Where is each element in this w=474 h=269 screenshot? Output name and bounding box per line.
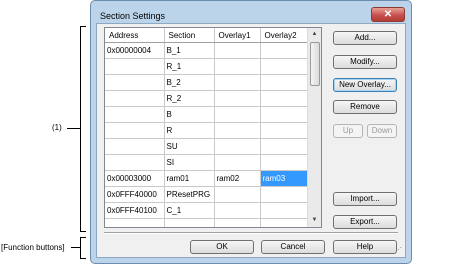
- table-vertical-scrollbar[interactable]: ▲ ▼: [307, 28, 321, 227]
- column-header-overlay2[interactable]: Overlay2: [260, 28, 311, 43]
- table-row[interactable]: SU: [105, 138, 311, 155]
- overlay1-cell[interactable]: [214, 122, 261, 139]
- table-row[interactable]: 0x0FFF40100 C_1: [105, 202, 311, 219]
- address-cell[interactable]: [105, 58, 165, 75]
- address-cell[interactable]: 0x0FFF40000: [105, 186, 165, 203]
- overlay2-cell-selected[interactable]: ram03: [260, 170, 311, 187]
- section-cell[interactable]: PResetPRG: [164, 186, 215, 203]
- section-grid: Address Section Overlay1 Overlay2 0x0000…: [105, 28, 311, 227]
- overlay2-cell[interactable]: [260, 42, 311, 59]
- overlay1-cell[interactable]: [214, 202, 261, 219]
- address-cell[interactable]: [105, 90, 165, 107]
- overlay1-cell[interactable]: [214, 58, 261, 75]
- scrollbar-thumb[interactable]: [310, 42, 320, 86]
- overlay1-cell[interactable]: [214, 90, 261, 107]
- section-cell[interactable]: R: [164, 122, 215, 139]
- close-icon: ✕: [383, 9, 393, 20]
- overlay2-cell[interactable]: [260, 74, 311, 91]
- overlay1-cell[interactable]: [214, 218, 261, 227]
- new-overlay-button[interactable]: New Overlay...: [333, 78, 397, 92]
- address-cell[interactable]: [105, 138, 165, 155]
- overlay1-cell[interactable]: [214, 106, 261, 123]
- callout-area-bracket: [80, 26, 86, 232]
- scroll-down-icon[interactable]: ▼: [308, 214, 321, 227]
- modify-button[interactable]: Modify...: [333, 55, 397, 69]
- table-header-row: Address Section Overlay1 Overlay2: [105, 28, 311, 43]
- section-table[interactable]: Address Section Overlay1 Overlay2 0x0000…: [104, 27, 322, 228]
- window-title: Section Settings: [100, 11, 166, 21]
- address-cell[interactable]: 0x00003000: [105, 170, 165, 187]
- up-button[interactable]: Up: [333, 124, 363, 138]
- address-cell[interactable]: [105, 74, 165, 91]
- callout-function-buttons-bracket: [80, 237, 86, 259]
- down-button[interactable]: Down: [367, 124, 397, 138]
- callout-function-buttons-leader: [71, 247, 80, 248]
- column-header-address[interactable]: Address: [105, 28, 165, 43]
- section-cell[interactable]: R_1: [164, 58, 215, 75]
- address-cell[interactable]: [105, 106, 165, 123]
- table-row[interactable]: R_2: [105, 90, 311, 107]
- close-button[interactable]: ✕: [371, 7, 405, 22]
- overlay2-cell[interactable]: [260, 106, 311, 123]
- overlay2-cell[interactable]: [260, 122, 311, 139]
- column-header-overlay1[interactable]: Overlay1: [214, 28, 261, 43]
- help-button[interactable]: Help: [333, 240, 397, 254]
- overlay1-cell[interactable]: [214, 186, 261, 203]
- overlay2-cell[interactable]: [260, 138, 311, 155]
- dialog-client-area: Address Section Overlay1 Overlay2 0x0000…: [96, 23, 406, 258]
- export-button[interactable]: Export...: [333, 215, 397, 229]
- overlay1-cell[interactable]: [214, 154, 261, 171]
- remove-button[interactable]: Remove: [333, 100, 397, 114]
- overlay1-cell[interactable]: [214, 74, 261, 91]
- address-cell[interactable]: [105, 154, 165, 171]
- table-row[interactable]: R: [105, 122, 311, 139]
- table-row[interactable]: 0x00003000 ram01 ram02 ram03: [105, 170, 311, 187]
- column-header-section[interactable]: Section: [164, 28, 215, 43]
- table-row[interactable]: R_1: [105, 58, 311, 75]
- section-cell[interactable]: C_1: [164, 202, 215, 219]
- table-row[interactable]: B: [105, 106, 311, 123]
- address-cell[interactable]: 0x0FFF40100: [105, 202, 165, 219]
- table-row[interactable]: 0x00000004 B_1: [105, 42, 311, 59]
- overlay1-cell[interactable]: [214, 42, 261, 59]
- address-cell[interactable]: [105, 218, 165, 227]
- section-cell[interactable]: SI: [164, 154, 215, 171]
- overlay2-cell[interactable]: [260, 202, 311, 219]
- import-button[interactable]: Import...: [333, 192, 397, 206]
- overlay2-cell[interactable]: [260, 90, 311, 107]
- section-settings-dialog: Section Settings ✕ Address Section Overl…: [90, 0, 412, 264]
- scroll-up-icon[interactable]: ▲: [308, 28, 321, 41]
- table-row[interactable]: 0x0FFF40000 PResetPRG: [105, 186, 311, 203]
- add-button[interactable]: Add...: [333, 31, 397, 45]
- section-cell[interactable]: R_2: [164, 90, 215, 107]
- table-row[interactable]: B_2: [105, 74, 311, 91]
- overlay2-cell[interactable]: [260, 218, 311, 227]
- ok-button[interactable]: OK: [190, 240, 254, 254]
- section-cell[interactable]: SU: [164, 138, 215, 155]
- section-cell[interactable]: ram01: [164, 170, 215, 187]
- overlay1-cell[interactable]: [214, 138, 261, 155]
- overlay1-cell[interactable]: ram02: [214, 170, 261, 187]
- section-cell[interactable]: B_2: [164, 74, 215, 91]
- overlay2-cell[interactable]: [260, 154, 311, 171]
- table-row[interactable]: SI: [105, 154, 311, 171]
- callout-function-buttons-label: [Function buttons]: [1, 243, 65, 252]
- callout-area-leader: [67, 128, 80, 129]
- section-cell[interactable]: B_1: [164, 42, 215, 59]
- overlay2-cell[interactable]: [260, 58, 311, 75]
- button-area-separator: [104, 232, 398, 234]
- resize-grip-icon[interactable]: ⋰: [395, 247, 403, 255]
- address-cell[interactable]: 0x00000004: [105, 42, 165, 59]
- address-cell[interactable]: [105, 122, 165, 139]
- cancel-button[interactable]: Cancel: [261, 240, 325, 254]
- section-cell[interactable]: [164, 218, 215, 227]
- table-row[interactable]: [105, 218, 311, 227]
- overlay2-cell[interactable]: [260, 186, 311, 203]
- callout-area-label: (1): [52, 123, 62, 132]
- section-cell[interactable]: B: [164, 106, 215, 123]
